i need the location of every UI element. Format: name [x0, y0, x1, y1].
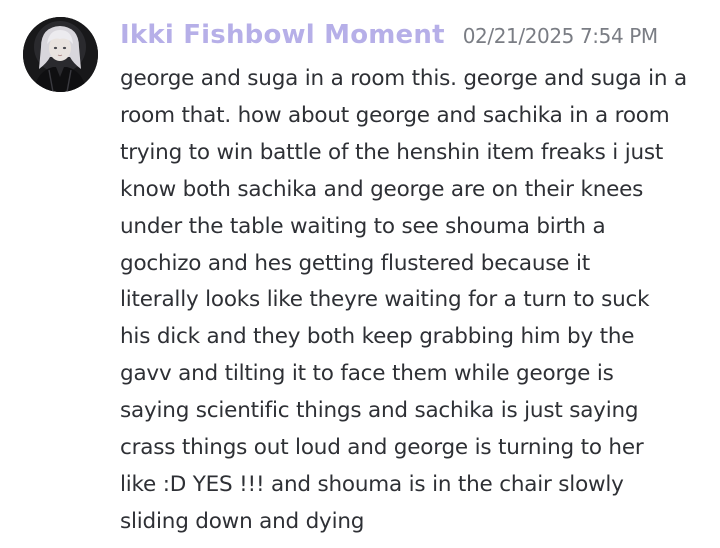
- message-line: like :D YES !!! and shouma is in the cha…: [120, 471, 624, 497]
- message-line: know both sachika and george are on thei…: [120, 176, 644, 202]
- message-line: trying to win battle of the henshin item…: [120, 139, 664, 165]
- username[interactable]: Ikki Fishbowl Moment: [120, 20, 445, 50]
- chat-message: Ikki Fishbowl Moment 02/21/2025 7:54 PM …: [0, 0, 720, 548]
- message-line: crass things out loud and george is turn…: [120, 435, 644, 461]
- timestamp[interactable]: 02/21/2025 7:54 PM: [463, 24, 658, 48]
- message-line: under the table waiting to see shouma bi…: [120, 213, 606, 239]
- message-content: george and suga in a room this. george a…: [120, 61, 705, 541]
- message-line: his dick and they both keep grabbing him…: [120, 324, 635, 350]
- avatar[interactable]: [23, 17, 98, 92]
- message-line: room that. how about george and sachika …: [120, 102, 670, 128]
- message-line: gavv and tilting it to face them while g…: [120, 361, 614, 387]
- message-line: george and suga in a room this. george a…: [120, 66, 687, 91]
- message-line: saying scientific things and sachika is …: [120, 398, 639, 424]
- message-line: sliding down and dying: [120, 508, 365, 534]
- message-line: literally looks like theyre waiting for …: [120, 287, 650, 313]
- message-line: gochizo and hes getting flustered becaus…: [120, 250, 590, 276]
- message-header: Ikki Fishbowl Moment 02/21/2025 7:54 PM: [120, 20, 658, 60]
